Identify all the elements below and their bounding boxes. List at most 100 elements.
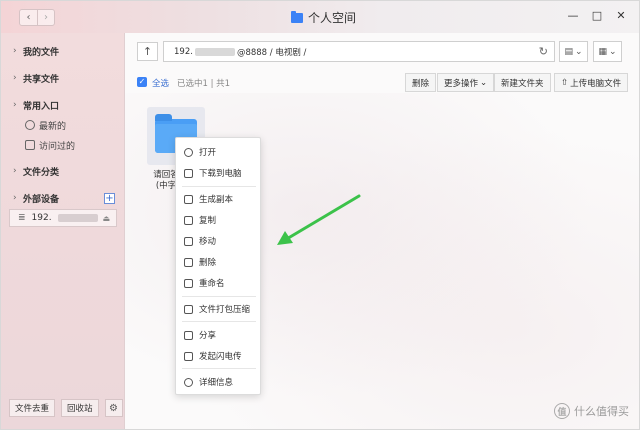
window-title: 个人空间 [308,11,357,25]
grid-view-button[interactable]: ▦ ⌄ [593,41,622,62]
menu-item-label: 移动 [199,237,217,247]
share-icon [184,330,193,340]
archive-icon [184,304,193,314]
menu-item-move[interactable]: 移动 [176,232,262,250]
menu-item-copy[interactable]: 复制 [176,211,262,229]
address-bar[interactable]: 192. @8888 / 电视剧 / ↻ [163,41,555,62]
menu-divider [182,368,256,369]
sidebar: › 我的文件 › 共享文件 › 常用入口 最新的 访问过的 › 文件分类 › 外… [1,33,125,429]
refresh-icon[interactable]: ↻ [539,45,548,58]
address-prefix: 192. [174,46,193,57]
recycle-bin-button[interactable]: 回收站 [61,399,99,417]
new-folder-button[interactable]: 新建文件夹 [494,73,551,92]
chevron-right-icon: › [13,73,17,83]
select-all-label[interactable]: 全选 [152,77,169,89]
menu-divider [182,321,256,322]
add-device-button[interactable]: + [104,192,115,204]
menu-item-compress[interactable]: 文件打包压缩 [176,300,262,318]
chevron-down-icon: ⌄ [608,46,617,57]
up-arrow-button[interactable]: ↑ [137,42,158,61]
delete-button[interactable]: 删除 [405,73,437,92]
drive-icon: ≣ [18,213,26,223]
menu-item-download[interactable]: 下载到电脑 [176,164,262,182]
menu-item-rename[interactable]: 重命名 [176,274,262,292]
redacted-address [194,47,235,56]
sidebar-item-common-entry[interactable]: › 常用入口 [1,97,125,113]
more-actions-label: 更多操作 [444,78,479,89]
menu-item-label: 生成副本 [199,195,234,205]
menu-item-open[interactable]: 打开 [176,143,262,161]
dedupe-button[interactable]: 文件去重 [9,399,56,417]
sidebar-item-file-categories[interactable]: › 文件分类 [1,163,125,179]
chevron-down-icon: ⌄ [574,46,583,57]
toolbar: ✓ 全选 已选中1 | 共1 删除 更多操作 ⌄ 新建文件夹 ⇧ 上传电脑文件 [137,73,637,93]
sidebar-item-device[interactable]: ≣ 192. ⏏ [9,209,117,227]
clock-icon [25,120,35,130]
menu-item-details[interactable]: 详细信息 [176,373,262,391]
duplicate-icon [184,194,193,204]
flash-transfer-icon [184,351,193,361]
select-all-checkbox[interactable]: ✓ [137,77,147,87]
upload-button[interactable]: ⇧ 上传电脑文件 [554,73,629,92]
minimize-button[interactable]: — [567,10,579,22]
sidebar-item-external-devices[interactable]: › 外部设备 + [1,190,125,206]
move-icon [184,236,193,246]
download-icon [184,168,193,178]
sidebar-item-label: 文件分类 [23,167,60,178]
grid-icon: ▦ [598,46,607,57]
menu-item-label: 删除 [199,258,217,268]
sidebar-item-label: 常用入口 [23,101,60,112]
device-label: 192. [31,213,52,223]
title-bar: ‹ › 个人空间 — □ ✕ [1,1,639,33]
camera-icon [25,140,35,150]
menu-item-flash-transfer[interactable]: 发起闪电传 [176,347,262,365]
list-view-icon: ▤ [564,46,573,57]
menu-item-label: 详细信息 [199,378,234,388]
gear-icon[interactable]: ⚙ [104,399,123,417]
menu-divider [182,186,256,187]
watermark-text: 什么值得买 [574,405,629,418]
window-controls: — □ ✕ [567,10,627,22]
maximize-button[interactable]: □ [591,10,603,22]
forward-button[interactable]: › [37,10,54,25]
info-icon [184,377,193,387]
menu-item-delete[interactable]: 删除 [176,253,262,271]
selection-info: 已选中1 | 共1 [177,79,231,89]
app-window: ‹ › 个人空间 — □ ✕ › 我的文件 › 共享文件 › 常用入口 最新的 [0,0,640,430]
folder-icon [291,10,303,23]
sidebar-item-label: 共享文件 [23,74,60,85]
menu-item-label: 分享 [199,331,217,341]
menu-item-label: 重命名 [199,279,225,289]
eject-icon[interactable]: ⏏ [102,214,110,223]
sidebar-item-label: 最新的 [39,121,67,132]
watermark-logo: 值 [554,403,570,419]
menu-divider [182,296,256,297]
annotation-arrow [277,194,361,245]
window-title-group: 个人空间 [291,9,356,26]
layout-toggle-button[interactable]: ▤ ⌄ [559,41,588,62]
chevron-down-icon: › [13,100,17,110]
trash-icon [184,257,193,267]
menu-item-label: 文件打包压缩 [199,305,251,315]
menu-item-share[interactable]: 分享 [176,326,262,344]
redacted-address [57,214,98,222]
menu-item-label: 打开 [199,148,217,158]
address-path: @8888 / 电视剧 / [236,47,307,58]
chevron-right-icon: › [13,166,17,176]
back-button[interactable]: ‹ [20,10,37,25]
sidebar-item-my-files[interactable]: › 我的文件 [1,43,125,59]
chevron-right-icon: › [13,193,17,203]
menu-item-duplicate[interactable]: 生成副本 [176,190,262,208]
menu-item-label: 发起闪电传 [199,352,242,362]
sidebar-item-shared-files[interactable]: › 共享文件 [1,70,125,86]
sidebar-bottom-bar: 文件去重 回收站 ⚙ [9,399,123,417]
context-menu: 打开 下载到电脑 生成副本 复制 移动 删除 重命名 文件打包压缩 分享 发起闪… [175,137,261,395]
close-button[interactable]: ✕ [615,10,627,22]
more-actions-button[interactable]: 更多操作 ⌄ [437,73,495,92]
watermark: 值 什么值得买 [554,403,629,419]
sidebar-item-recent[interactable]: 最新的 [25,117,66,133]
sidebar-item-visited[interactable]: 访问过的 [25,137,75,153]
sidebar-item-label: 外部设备 [23,194,60,205]
sidebar-item-label: 访问过的 [39,141,76,152]
menu-item-label: 复制 [199,216,217,226]
